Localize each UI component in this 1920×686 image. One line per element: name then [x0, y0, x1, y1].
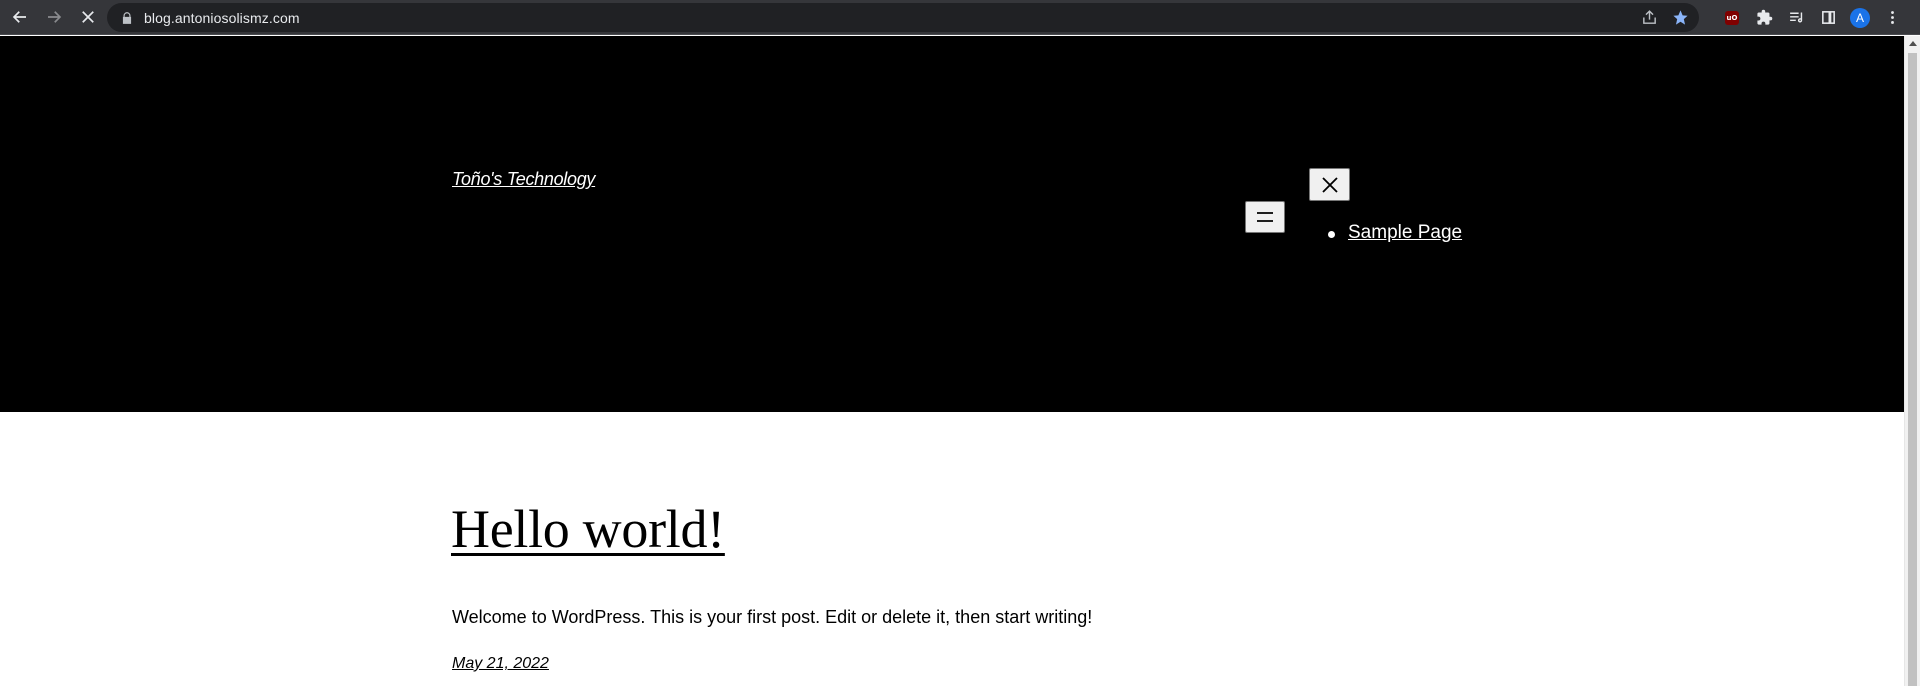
- primary-menu: Sample Page: [1328, 222, 1462, 244]
- extensions-area: uO A: [1720, 3, 1904, 32]
- star-icon[interactable]: [1672, 9, 1689, 26]
- url-text[interactable]: blog.antoniosolismz.com: [144, 10, 300, 26]
- back-button[interactable]: [5, 2, 35, 32]
- browser-toolbar: blog.antoniosolismz.com uO A: [0, 0, 1920, 35]
- open-menu-button[interactable]: [1245, 201, 1285, 233]
- stop-loading-button[interactable]: [73, 2, 103, 32]
- reading-list-icon: [1789, 12, 1802, 23]
- side-panel-button[interactable]: [1816, 6, 1840, 30]
- post-date-link[interactable]: May 21, 2022: [452, 655, 549, 673]
- close-icon: [1321, 176, 1338, 193]
- puzzle-icon: [1756, 9, 1772, 25]
- bullet-icon: [1328, 230, 1335, 238]
- share-icon[interactable]: [1641, 9, 1658, 26]
- hamburger-icon: [1257, 212, 1273, 222]
- site-title-link[interactable]: Toño's Technology: [452, 169, 595, 190]
- arrow-right-icon: [48, 11, 62, 23]
- scroll-up-arrow-icon[interactable]: [1909, 41, 1917, 46]
- avatar: A: [1850, 7, 1870, 28]
- post-title-link[interactable]: Hello world!: [451, 498, 725, 560]
- browser-menu-button[interactable]: [1880, 6, 1904, 30]
- extensions-button[interactable]: [1752, 6, 1776, 30]
- post-excerpt: Welcome to WordPress. This is your first…: [452, 607, 1093, 627]
- page-scrollbar[interactable]: [1904, 36, 1920, 686]
- scroll-thumb[interactable]: [1908, 53, 1917, 686]
- profile-button[interactable]: A: [1848, 6, 1872, 30]
- site-header: Toño's Technology Sample Page: [0, 36, 1904, 412]
- side-panel-icon: [1821, 11, 1835, 24]
- lock-icon: [122, 11, 132, 24]
- address-bar[interactable]: blog.antoniosolismz.com: [107, 3, 1699, 32]
- ublock-icon: uO: [1725, 10, 1739, 25]
- ublock-extension-button[interactable]: uO: [1720, 6, 1744, 30]
- close-menu-button[interactable]: [1309, 168, 1350, 201]
- kebab-menu-icon: [1890, 11, 1894, 24]
- close-icon: [82, 11, 94, 23]
- navigation-buttons: [5, 2, 103, 32]
- menu-item: Sample Page: [1328, 222, 1462, 244]
- reading-list-button[interactable]: [1784, 6, 1808, 30]
- omnibox-actions: [1641, 3, 1689, 32]
- menu-item-sample-page[interactable]: Sample Page: [1348, 222, 1462, 244]
- arrow-left-icon: [12, 11, 26, 23]
- forward-button[interactable]: [39, 2, 69, 32]
